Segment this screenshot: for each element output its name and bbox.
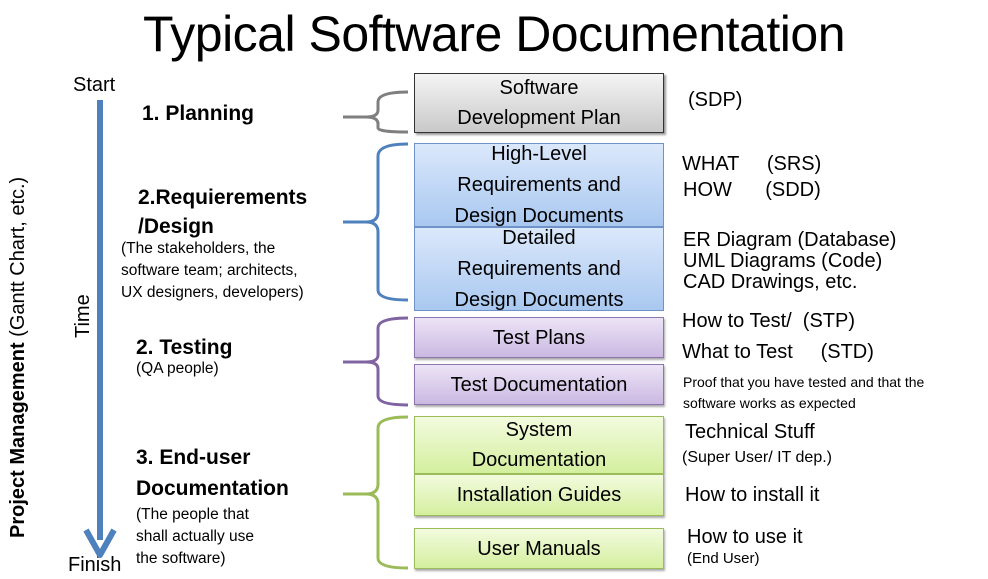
phase-planning-title: 1. Planning	[142, 102, 255, 125]
doc-system-documentation: System Documentation	[414, 416, 664, 474]
doc-line: Development Plan	[457, 107, 621, 129]
note-how-sdd: HOW (SDD)	[683, 179, 821, 201]
doc-line: High-Level	[491, 142, 587, 165]
phase-requirements-sub-3: UX designers, developers)	[121, 284, 304, 301]
note-sdp: (SDP)	[688, 89, 743, 111]
note-cad-drawings: CAD Drawings, etc.	[683, 271, 858, 293]
doc-high-level-requirements: High-Level Requirements and Design Docum…	[414, 143, 664, 227]
phase-testing-sub: (QA people)	[136, 360, 219, 377]
doc-line: Documentation	[471, 449, 607, 471]
note-how-to-install: How to install it	[685, 484, 820, 506]
phase-enduser-sub-3: the software)	[136, 550, 226, 567]
phase-planning: 1. Planning	[142, 98, 254, 129]
doc-installation-guides: Installation Guides	[414, 474, 664, 516]
doc-software-development-plan: Software Development Plan	[414, 73, 664, 133]
doc-line: Design Documents	[454, 288, 624, 311]
phase-enduser-sub-1: (The people that	[136, 506, 249, 523]
doc-line: System	[505, 419, 573, 441]
timeline-arrow	[83, 100, 117, 558]
note-technical-stuff: Technical Stuff	[685, 421, 815, 443]
note-what-to-test: What to Test (STD)	[682, 341, 874, 363]
doc-line: Requirements and	[457, 173, 621, 196]
note-er-diagram: ER Diagram (Database)	[683, 229, 897, 251]
doc-line: Software	[499, 77, 579, 99]
note-how-to-test: How to Test/ (STP)	[682, 310, 856, 332]
note-end-user: (End User)	[687, 550, 760, 567]
note-super-user: (Super User/ IT dep.)	[682, 449, 832, 466]
phase-enduser-title-1: 3. End-user	[136, 446, 251, 469]
doc-line: Detailed	[502, 226, 576, 249]
note-proof-1: Proof that you have tested and that the	[683, 374, 925, 390]
note-what-srs: WHAT (SRS)	[682, 153, 822, 175]
note-how-to-use: How to use it	[687, 526, 803, 548]
phase-testing-title: 2. Testing	[136, 336, 233, 359]
doc-line: Requirements and	[457, 257, 621, 280]
phase-testing: 2. Testing (QA people)	[136, 335, 232, 377]
doc-user-manuals: User Manuals	[414, 528, 664, 569]
doc-line: User Manuals	[477, 537, 601, 560]
note-proof-2: software works as expected	[683, 395, 856, 411]
brace-requirements	[343, 142, 409, 302]
doc-detailed-requirements: Detailed Requirements and Design Documen…	[414, 227, 664, 311]
phase-requirements-sub-1: (The stakeholders, the	[121, 240, 276, 257]
phase-enduser-title-2: Documentation	[136, 477, 289, 500]
phase-requirements-title-1: 2.Requierements	[138, 186, 308, 209]
doc-test-documentation: Test Documentation	[414, 364, 664, 405]
doc-test-plans: Test Plans	[414, 317, 664, 358]
brace-planning	[343, 90, 409, 134]
phase-requirements: 2.Requierements /Design	[138, 182, 307, 242]
brace-enduser	[343, 415, 409, 570]
phase-requirements-subtitle: (The stakeholders, the software team; ar…	[121, 238, 304, 304]
phase-requirements-sub-2: software team; architects,	[121, 262, 298, 279]
phase-enduser-sub-2: shall actually use	[136, 528, 255, 545]
doc-line: Installation Guides	[456, 484, 622, 506]
brace-testing	[343, 316, 409, 407]
doc-line: Test Plans	[492, 326, 586, 349]
note-uml-diagrams: UML Diagrams (Code)	[683, 250, 883, 272]
phase-enduser: 3. End-user Documentation (The people th…	[136, 442, 289, 570]
doc-line: Test Documentation	[450, 373, 628, 396]
